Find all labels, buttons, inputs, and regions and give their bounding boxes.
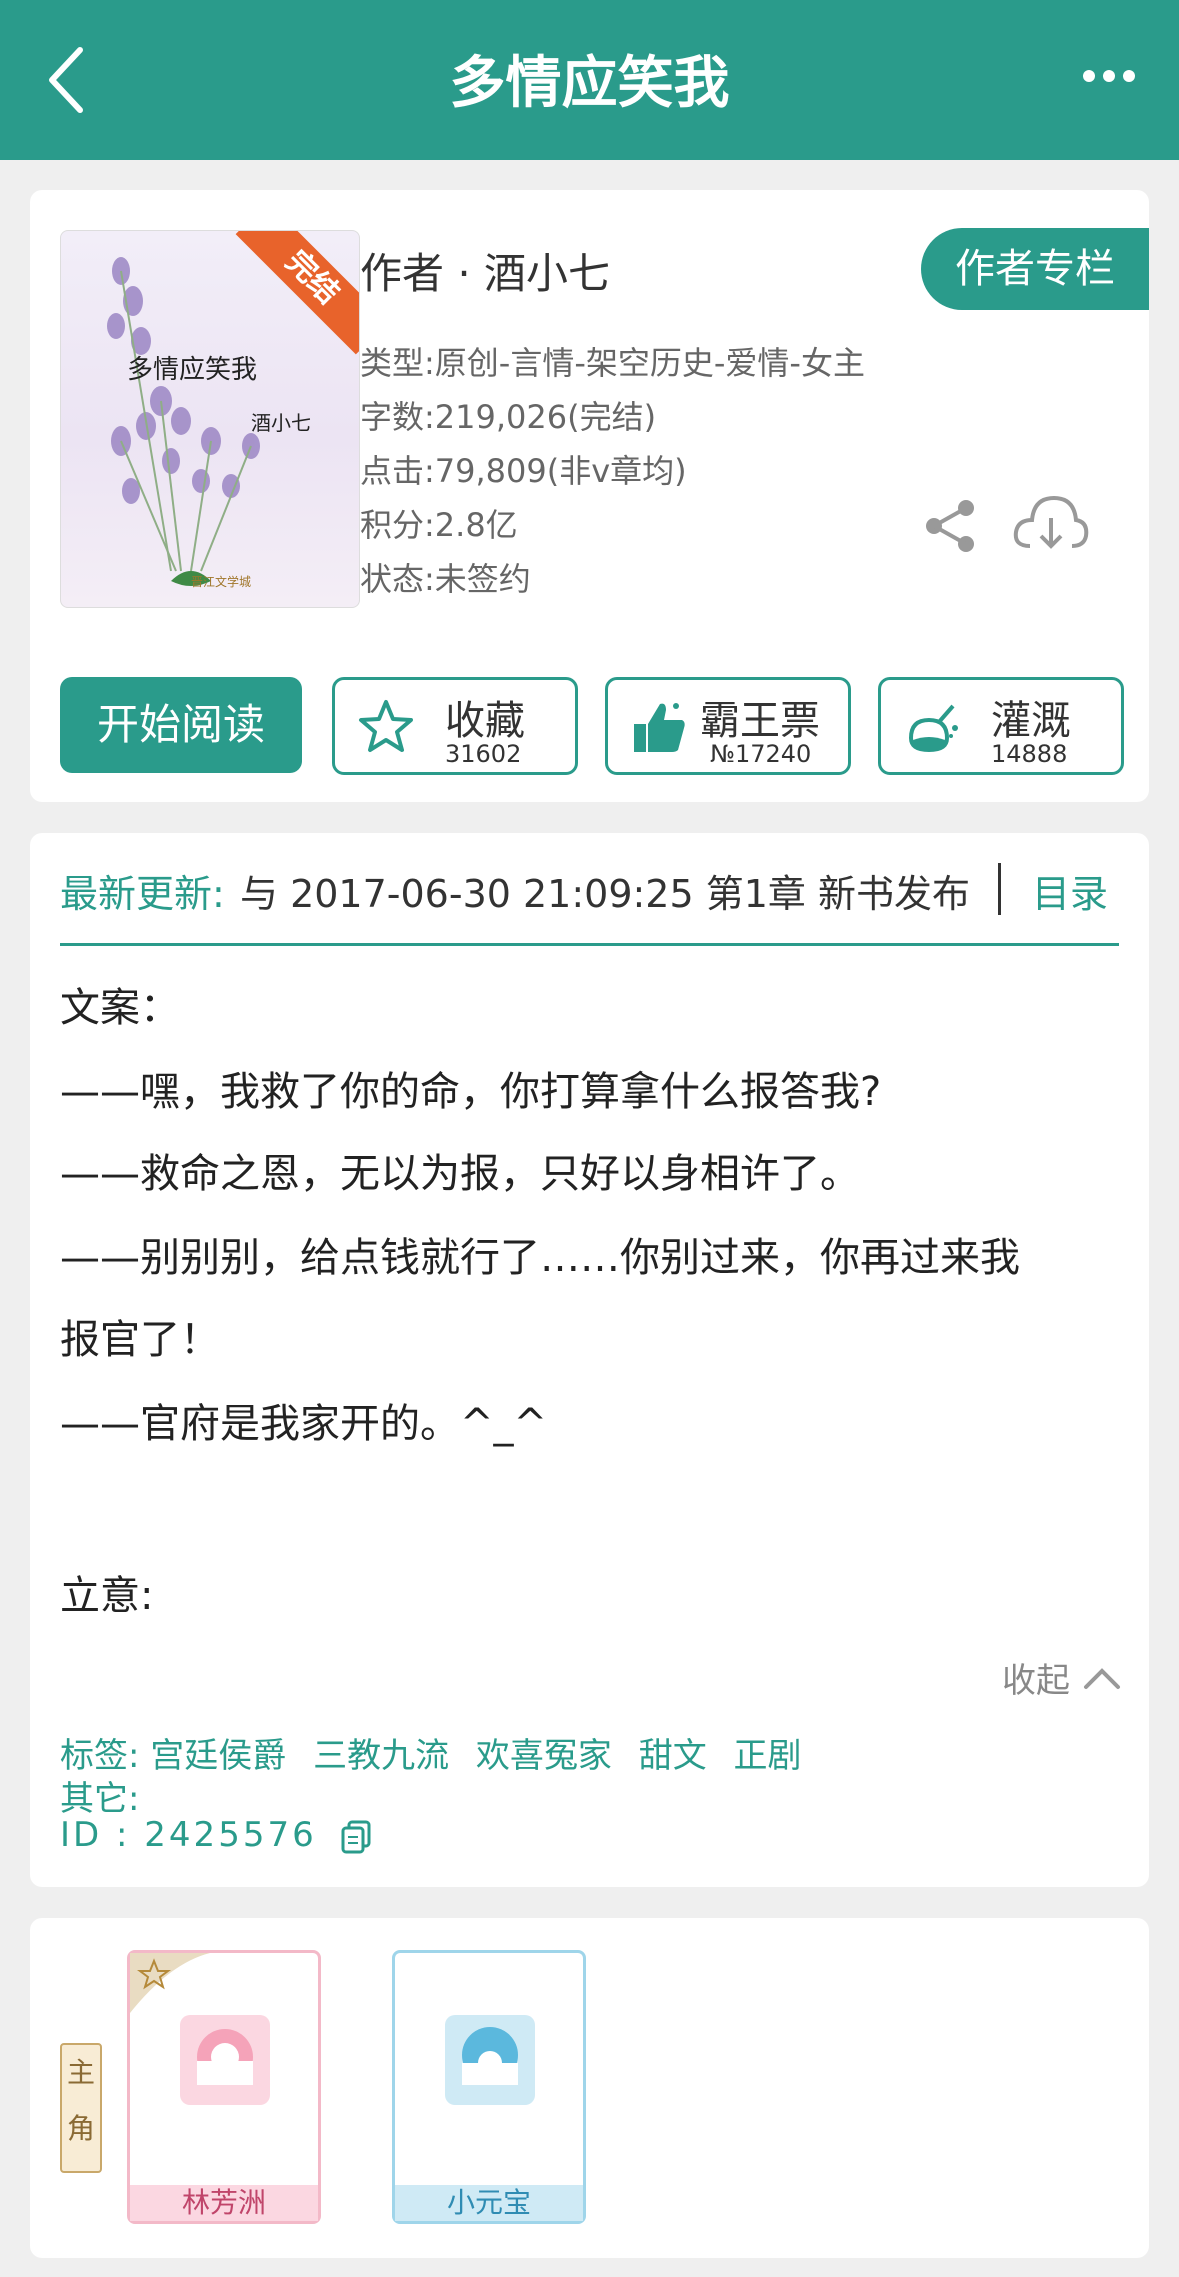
protagonist-label: 主角 [60,2043,102,2173]
book-cover[interactable]: 晋江文学城 多情应笑我 酒小七 完结 [60,230,360,608]
character-name: 林芳洲 [130,2185,318,2221]
author-column-button[interactable]: 作者专栏 [921,228,1149,310]
divider [998,863,1001,915]
author-name[interactable]: 作者 · 酒小七 [360,240,610,301]
click-count: 点击:79,809(非v章均) [360,452,687,490]
word-count: 字数:219,026(完结) [360,398,657,436]
water-button[interactable]: 灌溉 14888 [878,677,1124,775]
divider-line [60,943,1119,946]
start-reading-button[interactable]: 开始阅读 [60,677,302,773]
character-name: 小元宝 [395,2185,583,2221]
collect-count: 31602 [445,740,522,768]
page-title: 多情应笑我 [449,51,730,116]
share-icon[interactable] [920,496,980,556]
id-value: 2425576 [144,1815,317,1855]
water-label: 灌溉 [991,698,1071,744]
collect-label: 收藏 [445,698,525,744]
tag-item[interactable]: 欢喜冤家 [476,1736,612,1776]
thumbs-up-icon [634,703,685,752]
latest-update-label: 最新更新: [60,872,225,916]
character-card[interactable]: 林芳洲 [127,1950,321,2224]
description-line: 文案： [60,985,180,1031]
tag-item[interactable]: 三教九流 [313,1736,449,1776]
description-line: ——嘿，我救了你的命，你打算拿什么报答我? [60,1069,882,1115]
star-icon [359,700,413,752]
vote-label: 霸王票 [700,698,820,744]
avatar [445,2015,535,2105]
description-line: ——别别别，给点钱就行了……你别过来，你再过来我 [60,1235,1020,1281]
water-count: 14888 [991,740,1068,768]
tags-label: 标签: [60,1736,140,1776]
more-options-icon[interactable] [1079,56,1139,96]
id-label: ID : [60,1815,131,1855]
description-card: 最新更新: 与 2017-06-30 21:09:25 第1章 新书发布 目录 … [30,833,1149,1887]
collapse-button[interactable]: 收起 [1002,1653,1070,1702]
book-info-card: 晋江文学城 多情应笑我 酒小七 完结 作者 · 酒小七 作者专栏 类型:原创-言… [30,190,1149,802]
top-bar: 多情应笑我 [0,0,1179,160]
tag-item[interactable]: 宫廷侯爵 [150,1736,286,1776]
other-label: 其它: [60,1779,140,1819]
vote-button[interactable]: 霸王票 №17240 [605,677,851,775]
vote-count: №17240 [710,740,812,768]
genre-text: 类型:原创-言情-架空历史-爱情-女主 [360,344,865,382]
sign-status: 状态:未签约 [360,560,531,598]
star-icon [130,1953,210,2013]
cover-author: 酒小七 [251,411,311,435]
chevron-up-icon[interactable] [1082,1665,1122,1691]
id-row: ID : 2425576 [60,1815,371,1855]
characters-card: 主角 林芳洲 小元宝 [30,1918,1149,2258]
copy-icon[interactable] [341,1820,371,1854]
character-card[interactable]: 小元宝 [392,1950,586,2224]
svg-text:晋江文学城: 晋江文学城 [191,574,251,589]
tag-item[interactable]: 正剧 [734,1736,802,1776]
description-line: ——官府是我家开的。^_^ [60,1401,548,1447]
tag-item[interactable]: 甜文 [639,1736,707,1776]
tag-row: 标签: 宫廷侯爵 三教九流 欢喜冤家 甜文 正剧 [60,1728,818,1777]
cover-title: 多情应笑我 [127,355,258,385]
points: 积分:2.8亿 [360,506,518,544]
description-line: 报官了！ [60,1317,220,1363]
collect-button[interactable]: 收藏 31602 [332,677,578,775]
latest-update-text[interactable]: 与 2017-06-30 21:09:25 第1章 新书发布 [240,863,970,918]
download-cloud-icon[interactable] [1012,490,1090,560]
table-of-contents-link[interactable]: 目录 [1032,863,1108,918]
description-line: ——救命之恩，无以为报，只好以身相许了。 [60,1151,860,1197]
watering-flask-icon [908,704,958,753]
description-line: 立意: [60,1573,154,1619]
avatar [180,2015,270,2105]
